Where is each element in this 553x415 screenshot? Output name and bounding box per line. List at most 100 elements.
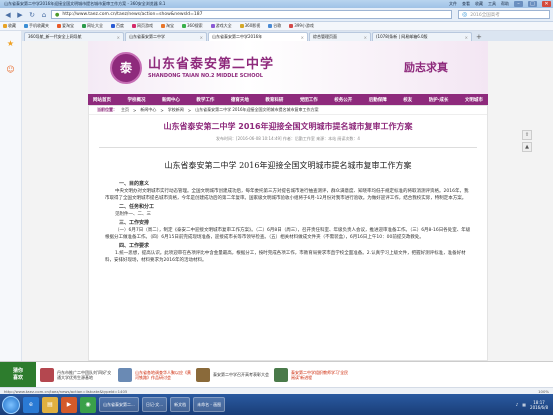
news-item[interactable]: 山东省各地调查华人聚以应《黄河铁路》作品研讨会 [135, 370, 193, 380]
menu-alumni[interactable]: 校友 [403, 97, 412, 103]
maximize-button[interactable]: □ [528, 1, 537, 7]
menu-research[interactable]: 教育科研 [265, 97, 283, 103]
news-thumbnail[interactable] [40, 367, 54, 382]
menu-news[interactable]: 新闻中心 [162, 97, 180, 103]
bookmark-item[interactable]: 淘宝 [161, 23, 174, 29]
bookmark-item[interactable]: 游戏大全 [210, 23, 232, 29]
news-item[interactable]: 泰安第二中学组织教师学习'全民阅读'新进程 [291, 370, 349, 380]
browser-360-icon[interactable]: ◉ [80, 396, 96, 413]
bookmark-item[interactable]: 360影视 [239, 23, 260, 29]
floating-tools: ⇪ ▲ [522, 130, 532, 152]
news-thumbnail[interactable] [274, 367, 288, 382]
bookmark-item[interactable]: 谷歌 [268, 23, 281, 29]
menu-logistics[interactable]: 后勤保障 [369, 97, 387, 103]
bookmark-item[interactable]: 399小游戏 [289, 23, 314, 29]
home-icon[interactable]: ⌂ [39, 10, 49, 20]
menu-home[interactable]: 网站首页 [93, 97, 111, 103]
menu-tools[interactable]: 工具 [488, 1, 496, 7]
bookmark-icon [182, 24, 186, 28]
window-title: 山东省泰安第二中学2016年迎接全国文明城市提名城市复审工作方案 - 360安全… [4, 1, 166, 6]
menu-safety[interactable]: 防护·成长 [429, 97, 449, 103]
section-text: 中央文明办对文明城市实行动态管理。全国文明城市创建成功后，每年委托第三方对提名城… [105, 189, 469, 201]
site-banner: 泰 山东省泰安第二中学 SHANDONG TAIAN NO.2 MIDDLE S… [88, 41, 488, 94]
new-tab-icon[interactable]: + [473, 33, 485, 41]
news-item[interactable]: 泰安第二中学召开高考表彰大会 [213, 372, 271, 377]
browser-tab[interactable]: (1078)条新 | 网易邮箱6.0版 × [372, 32, 472, 41]
school-name-en: SHANDONG TAIAN NO.2 MIDDLE SCHOOL [148, 72, 263, 79]
bookmarks-bar: 收藏 手机收藏夹 爱淘宝 网址大全 百度 网页游戏 淘宝 360搜索 游戏大全 … [0, 22, 553, 31]
close-tab-icon[interactable]: × [301, 35, 304, 40]
smiley-icon[interactable]: ☺ [5, 63, 17, 75]
menu-party[interactable]: 党团工作 [300, 97, 318, 103]
news-thumbnail[interactable] [118, 367, 132, 382]
taskbar-task[interactable]: 日记-文... [141, 397, 168, 412]
refresh-icon[interactable]: ↻ [27, 10, 37, 20]
forward-icon[interactable]: ▶ [15, 10, 25, 20]
search-box[interactable]: ◎ 2016全国高考 [458, 10, 550, 19]
menu-affairs[interactable]: 校务公开 [334, 97, 352, 103]
article-title: 山东省泰安第二中学 2016年迎接全国文明城市提名城市复审工作方案 [163, 122, 413, 131]
school-motto: 励志求真 [404, 61, 448, 74]
tab-strip: 360导航_新一代安全上网导航 × 山东省泰安第二中学 × 山东省泰安第二中学201… [22, 31, 553, 41]
bookmark-icon [161, 24, 165, 28]
menu-file[interactable]: 文件 [449, 1, 457, 7]
menu-help[interactable]: 帮助 [501, 1, 509, 7]
close-tab-icon[interactable]: × [465, 35, 468, 40]
menu-favorites[interactable]: 收藏 [475, 1, 483, 7]
close-tab-icon[interactable]: × [364, 35, 367, 40]
close-button[interactable]: ✕ [542, 1, 551, 7]
volume-icon[interactable]: ♪ [516, 402, 519, 407]
browser-tab[interactable]: 综合管理页面 × [309, 32, 371, 41]
bookmark-icon [24, 24, 28, 28]
media-icon[interactable]: ▶ [61, 396, 77, 413]
article-subtitle: 山东省泰安第二中学 2016年迎接全国文明城市提名城市复审工作方案 [164, 161, 412, 170]
section-heading: 一、目的意义 [119, 181, 150, 187]
close-tab-icon[interactable]: × [200, 35, 203, 40]
menu-view[interactable]: 查看 [462, 1, 470, 7]
article-body: 一、目的意义 中央文明办对文明城市实行动态管理。全国文明城市创建成功后，每年委托… [89, 171, 487, 264]
bookmark-item[interactable]: 网页游戏 [132, 23, 153, 29]
browser-tab[interactable]: 山东省泰安第二中学 × [125, 32, 207, 41]
bookmark-icon [111, 24, 115, 28]
search-engine-icon[interactable]: ◎ [462, 11, 467, 18]
start-button[interactable] [2, 395, 20, 414]
taskbar-task[interactable]: 山东省泰安第二... [99, 397, 139, 412]
bookmark-icon [289, 24, 294, 28]
menu-moral[interactable]: 德育天地 [231, 97, 249, 103]
back-icon[interactable]: ◀ [3, 10, 13, 20]
taskbar-task[interactable]: 新文档 [170, 397, 191, 412]
taskbar-task[interactable]: 未命名 - 画图 [193, 397, 226, 412]
back-to-top-icon[interactable]: ▲ [522, 142, 532, 152]
bookmark-item[interactable]: 收藏 [3, 23, 16, 29]
browser-tab[interactable]: 360导航_新一代安全上网导航 × [24, 32, 124, 41]
share-icon[interactable]: ⇪ [522, 130, 532, 140]
clock[interactable]: 18:17 2016/6/8 [530, 400, 548, 410]
favorites-star-icon[interactable]: ★ [5, 37, 17, 49]
site-info-icon[interactable]: ● [55, 12, 59, 18]
breadcrumb-home[interactable]: 主页 [121, 107, 129, 113]
browser-tab-active[interactable]: 山东省泰安第二中学2016年 × [208, 32, 308, 41]
bookmark-item[interactable]: 网址大全 [82, 23, 103, 29]
address-text[interactable]: http://www.taez.com.cn/taez/news/action=… [62, 12, 202, 17]
search-placeholder[interactable]: 2016全国高考 [470, 12, 499, 18]
menu-civilized-city[interactable]: 文明城市 [465, 97, 483, 103]
zoom-level[interactable]: 100% [538, 389, 549, 394]
news-item[interactable]: 丹东市推广二中团队刘'四好'交通大学优秀生源基地 [57, 370, 115, 380]
bookmark-item[interactable]: 爱淘宝 [57, 23, 74, 29]
close-tab-icon[interactable]: × [117, 35, 120, 40]
folder-icon[interactable]: ▤ [42, 396, 58, 413]
address-bar[interactable]: ● http://www.taez.com.cn/taez/news/actio… [51, 10, 452, 19]
bookmark-icon [82, 24, 86, 28]
section-text: （一）6月7日（周二），制定《泰安二中迎接文明城市复审工作方案》。（二）6月8日… [105, 228, 471, 240]
breadcrumb-school-news[interactable]: 学校新闻 [168, 107, 184, 113]
bookmark-item[interactable]: 手机收藏夹 [24, 23, 49, 29]
ie-icon[interactable]: e [23, 396, 39, 413]
network-icon[interactable]: ▦ [522, 402, 526, 407]
news-thumbnail[interactable] [196, 367, 210, 382]
breadcrumb-news[interactable]: 新闻中心 [140, 107, 156, 113]
menu-about[interactable]: 学校概况 [127, 97, 145, 103]
minimize-button[interactable]: – [514, 1, 523, 7]
bookmark-item[interactable]: 百度 [111, 23, 124, 29]
bookmark-item[interactable]: 360搜索 [182, 23, 203, 29]
menu-teaching[interactable]: 教学工作 [196, 97, 214, 103]
